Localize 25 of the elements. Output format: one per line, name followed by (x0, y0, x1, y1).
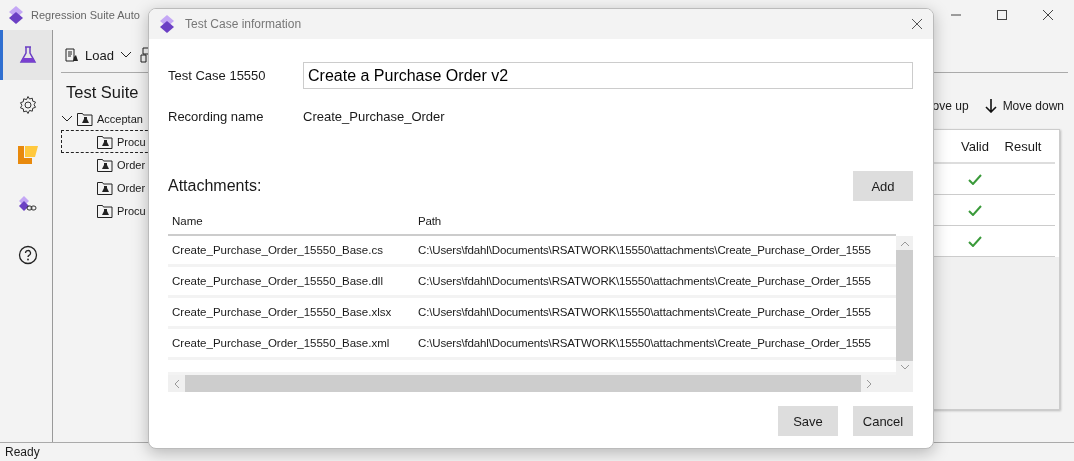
table-cell-text: C:\Users\fdahl\Documents\RSATWORK\15550\attachments\Create_Purchase_Order_1555 (418, 275, 872, 287)
attachments-label: Attachments: (168, 177, 262, 195)
column-header: Path (418, 215, 443, 227)
recording-name-value: Create_Purchase_Order (303, 109, 445, 124)
column-header: Result (1003, 138, 1043, 154)
tree-label: Procu (117, 135, 146, 148)
tree-label: Order (117, 181, 146, 194)
test-suite-heading: Test Suite (66, 83, 140, 102)
tree-label: Acceptan (97, 112, 143, 125)
window-title: Regression Suite Auto (31, 9, 140, 21)
table-cell-text: Create_Purchase_Order_15550_Base.xlsx (171, 306, 393, 318)
table-cell-text: Create_Purchase_Order_15550_Base.xml (171, 337, 391, 349)
tree-label: Procu (117, 204, 146, 217)
table-cell-text: C:\Users\fdahl\Documents\RSATWORK\15550\attachments\Create_Purchase_Order_1555 (418, 337, 872, 349)
tree-label: Order (117, 158, 146, 171)
status-text: Ready (5, 445, 40, 459)
table-cell-text: Create_Purchase_Order_15550_Base.cs (171, 244, 384, 256)
column-header: Name (171, 215, 204, 227)
dialog-title: Test Case information (185, 17, 302, 31)
test-case-label: Test Case 15550 (168, 68, 267, 83)
column-header: Valid (960, 138, 990, 154)
recording-name-label: Recording name (168, 109, 265, 124)
table-cell-text: C:\Users\fdahl\Documents\RSATWORK\15550\attachments\Create_Purchase_Order_1555 (418, 306, 872, 318)
table-cell-text: C:\Users\fdahl\Documents\RSATWORK\15550\attachments\Create_Purchase_Order_1555 (418, 244, 872, 256)
table-cell-text: Create_Purchase_Order_15550_Base.dll (171, 275, 384, 287)
